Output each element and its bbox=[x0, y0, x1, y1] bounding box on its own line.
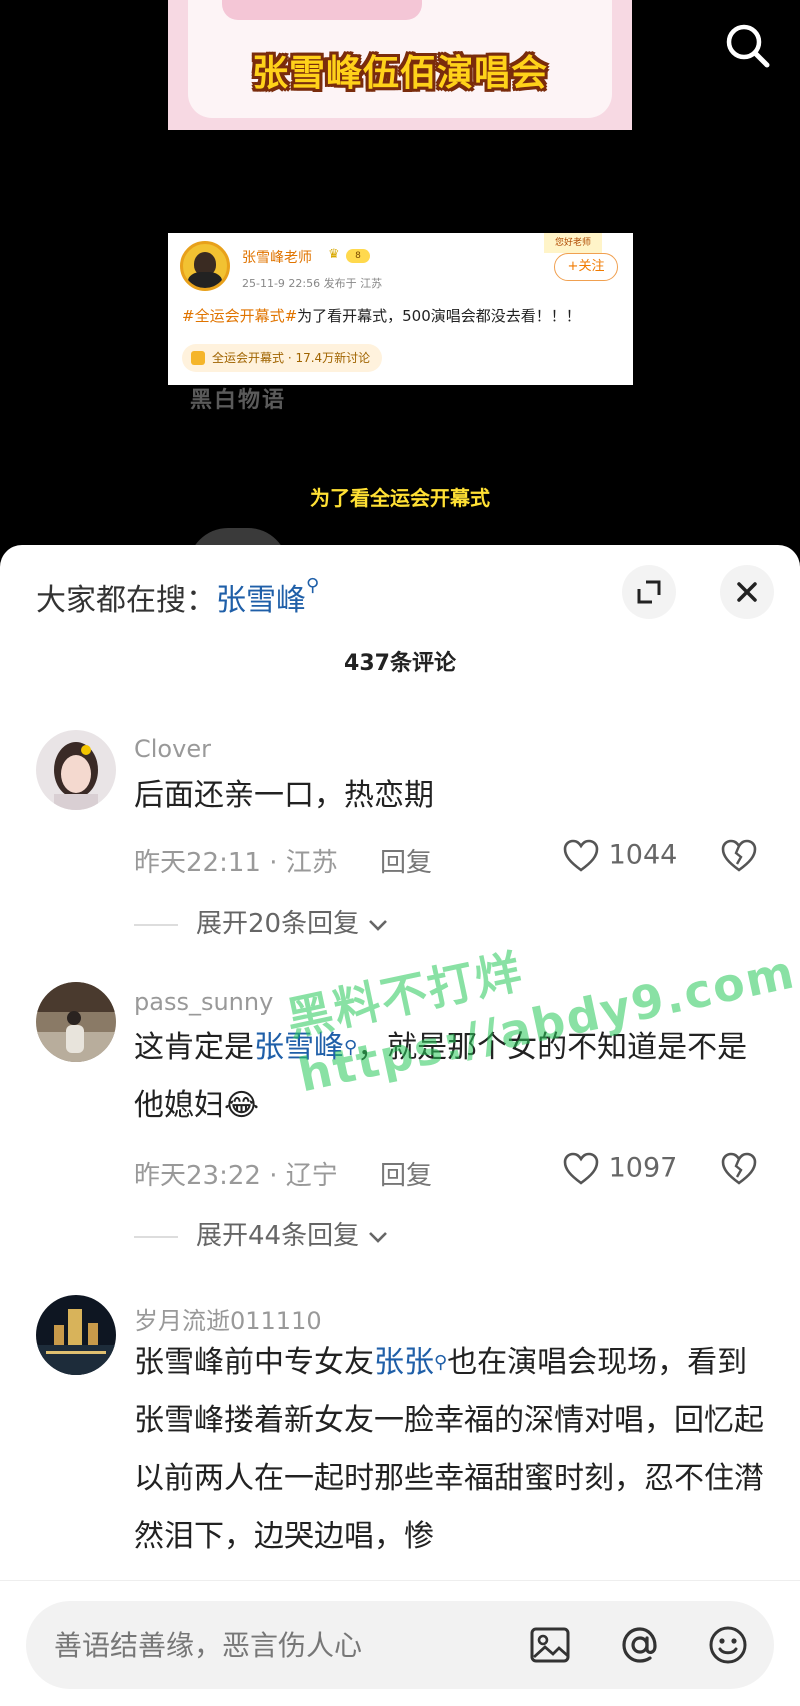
video-banner: 张雪峰伍佰演唱会 bbox=[168, 0, 632, 130]
chevron-down-icon bbox=[369, 920, 388, 931]
comments-sheet: 大家都在搜：张雪峰⚲ 437条评论 Clover 后面还亲一口，热恋期 昨天22… bbox=[0, 545, 800, 1706]
expand-replies-label: 展开44条回复 bbox=[196, 1221, 360, 1251]
video-background-shape bbox=[188, 528, 288, 545]
comment-input-box[interactable] bbox=[26, 1601, 774, 1689]
reply-button[interactable]: 回复 bbox=[380, 1155, 432, 1192]
chevron-down-icon bbox=[369, 1232, 388, 1243]
comment-count: 437条评论 bbox=[344, 651, 456, 676]
avatar[interactable] bbox=[36, 982, 116, 1062]
comment-text: 这肯定是张雪峰⚲，就是那个女的不知道是不是他媳妇😂 bbox=[134, 1019, 764, 1135]
expand-icon bbox=[637, 580, 661, 604]
search-icon[interactable] bbox=[720, 18, 776, 74]
crown-icon: ♛ bbox=[328, 247, 340, 262]
follow-button: +关注 bbox=[554, 253, 618, 281]
close-button[interactable] bbox=[720, 565, 774, 619]
video-watermark: 黑白物语 bbox=[190, 388, 287, 413]
dislike-button[interactable] bbox=[720, 1151, 758, 1187]
expand-replies-button[interactable]: 展开44条回复 bbox=[134, 1215, 389, 1252]
expand-replies-label: 展开20条回复 bbox=[196, 909, 360, 939]
post-author-avatar bbox=[180, 241, 230, 291]
comment-text-part: 这肯定是 bbox=[134, 1030, 254, 1065]
broken-heart-icon bbox=[721, 839, 757, 872]
expand-button[interactable] bbox=[622, 565, 676, 619]
banner-title: 张雪峰伍佰演唱会 bbox=[251, 53, 548, 94]
banner-card: 张雪峰伍佰演唱会 bbox=[188, 0, 612, 118]
post-hashtag: #全运会开幕式# bbox=[182, 307, 298, 325]
comment-input-bar bbox=[0, 1580, 800, 1706]
avatar[interactable] bbox=[36, 730, 116, 810]
comment-author[interactable]: 岁月流逝011110 bbox=[134, 1301, 322, 1336]
post-author-name: 张雪峰老师 bbox=[242, 250, 312, 266]
trending-search-link[interactable]: 张雪峰⚲ bbox=[216, 575, 319, 618]
post-topic-chip: 全运会开幕式 · 17.4万新讨论 bbox=[182, 344, 383, 372]
comment-meta: 昨天22:11 · 江苏 bbox=[134, 848, 338, 878]
like-button[interactable]: 1097 bbox=[562, 1151, 677, 1187]
like-count: 1097 bbox=[608, 1152, 678, 1184]
post-meta: 25-11-9 22:56 发布于 江苏 bbox=[242, 277, 383, 290]
broken-heart-icon bbox=[721, 1152, 757, 1185]
search-small-icon: ⚲ bbox=[306, 575, 320, 596]
search-small-icon: ⚲ bbox=[344, 1037, 358, 1058]
comment-author[interactable]: pass_sunny bbox=[134, 988, 273, 1016]
like-button[interactable]: 1044 bbox=[562, 838, 677, 874]
comment-search-link[interactable]: 张张⚲ bbox=[374, 1345, 447, 1380]
heart-icon bbox=[563, 839, 599, 872]
comment-text-part: 张雪峰前中专女友 bbox=[134, 1345, 374, 1380]
search-small-icon: ⚲ bbox=[434, 1352, 448, 1373]
video-player[interactable]: 张雪峰伍佰演唱会 张雪峰老师 ♛ 8 25-11-9 22:56 发布于 江苏 … bbox=[0, 0, 800, 545]
post-body: 为了看开幕式，500演唱会都没去看！！！ bbox=[297, 307, 581, 325]
comment-author[interactable]: Clover bbox=[134, 735, 211, 763]
dislike-button[interactable] bbox=[720, 838, 758, 874]
level-badge: 8 bbox=[346, 249, 370, 263]
trending-search: 大家都在搜：张雪峰⚲ bbox=[36, 575, 319, 619]
like-count: 1044 bbox=[608, 839, 678, 871]
comment-link-text[interactable]: 张张 bbox=[374, 1345, 434, 1380]
post-text: #全运会开幕式#为了看开幕式，500演唱会都没去看！！！ bbox=[182, 305, 581, 326]
video-subtitle: 为了看全运会开幕式 bbox=[310, 486, 490, 510]
comment-link-text[interactable]: 张雪峰 bbox=[254, 1030, 344, 1065]
image-icon[interactable] bbox=[528, 1623, 572, 1667]
comment-search-link[interactable]: 张雪峰⚲ bbox=[254, 1030, 357, 1065]
close-icon bbox=[737, 582, 757, 602]
emoji-icon[interactable] bbox=[706, 1623, 750, 1667]
comment-text: 后面还亲一口，热恋期 bbox=[134, 778, 434, 813]
reply-button[interactable]: 回复 bbox=[380, 842, 432, 879]
post-sticker: 您好老师 bbox=[544, 233, 602, 253]
avatar[interactable] bbox=[36, 1295, 116, 1375]
comment-text: 张雪峰前中专女友张张⚲也在演唱会现场，看到张雪峰搂着新女友一脸幸福的深情对唱，回… bbox=[134, 1334, 764, 1566]
comment-meta: 昨天23:22 · 辽宁 bbox=[134, 1161, 338, 1191]
trending-prefix: 大家都在搜： bbox=[36, 583, 216, 618]
embedded-post-card: 张雪峰老师 ♛ 8 25-11-9 22:56 发布于 江苏 您好老师 +关注 … bbox=[168, 233, 633, 385]
trending-term[interactable]: 张雪峰 bbox=[216, 583, 306, 618]
expand-replies-button[interactable]: 展开20条回复 bbox=[134, 903, 389, 940]
banner-tag bbox=[222, 0, 422, 20]
comment-input[interactable] bbox=[54, 1601, 514, 1689]
at-icon[interactable] bbox=[618, 1623, 662, 1667]
heart-icon bbox=[563, 1152, 599, 1185]
